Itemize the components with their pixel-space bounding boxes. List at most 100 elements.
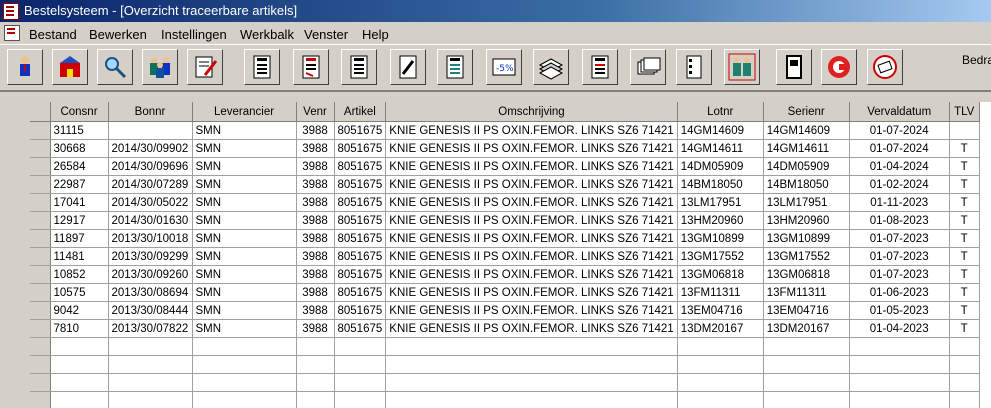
row-selector[interactable] bbox=[30, 212, 50, 230]
table-cell[interactable]: 01-07-2023 bbox=[849, 266, 949, 284]
table-cell[interactable] bbox=[108, 338, 192, 356]
table-cell[interactable]: 8051675 bbox=[334, 122, 386, 140]
table-cell[interactable]: 14DM05909 bbox=[677, 158, 763, 176]
table-cell[interactable]: 14GM14609 bbox=[763, 122, 849, 140]
table-cell[interactable]: T bbox=[949, 230, 979, 248]
row-selector[interactable] bbox=[30, 266, 50, 284]
table-cell[interactable]: 30668 bbox=[50, 140, 108, 158]
row-selector[interactable] bbox=[30, 158, 50, 176]
table-cell[interactable]: 13EM04716 bbox=[763, 302, 849, 320]
table-cell[interactable]: 8051675 bbox=[334, 194, 386, 212]
table-cell[interactable] bbox=[192, 338, 296, 356]
table-cell[interactable]: 01-06-2023 bbox=[849, 284, 949, 302]
table-cell[interactable]: 01-07-2023 bbox=[849, 230, 949, 248]
table-cell[interactable]: T bbox=[949, 266, 979, 284]
column-header[interactable]: Lotnr bbox=[677, 102, 763, 122]
table-cell[interactable]: 2013/30/07822 bbox=[108, 320, 192, 338]
table-cell[interactable]: KNIE GENESIS II PS OXIN.FEMOR. LINKS SZ6… bbox=[386, 158, 677, 176]
table-cell[interactable]: SMN bbox=[192, 212, 296, 230]
table-row[interactable]: 90422013/30/08444SMN39888051675KNIE GENE… bbox=[30, 302, 979, 320]
table-cell[interactable]: KNIE GENESIS II PS OXIN.FEMOR. LINKS SZ6… bbox=[386, 320, 677, 338]
table-cell[interactable]: 2014/30/07289 bbox=[108, 176, 192, 194]
row-selector[interactable] bbox=[30, 122, 50, 140]
table-cell[interactable]: 14GM14611 bbox=[677, 140, 763, 158]
table-cell[interactable]: 31115 bbox=[50, 122, 108, 140]
table-row[interactable]: 129172014/30/01630SMN39888051675KNIE GEN… bbox=[30, 212, 979, 230]
table-cell[interactable]: SMN bbox=[192, 122, 296, 140]
row-selector[interactable] bbox=[30, 194, 50, 212]
table-cell[interactable]: 3988 bbox=[296, 230, 334, 248]
table-cell[interactable]: T bbox=[949, 140, 979, 158]
empty-row[interactable] bbox=[30, 374, 979, 392]
table-cell[interactable]: 3988 bbox=[296, 266, 334, 284]
table-cell[interactable] bbox=[763, 338, 849, 356]
table-cell[interactable]: 01-04-2024 bbox=[849, 158, 949, 176]
table-cell[interactable]: 13HM20960 bbox=[677, 212, 763, 230]
search-button[interactable] bbox=[97, 49, 133, 85]
table-cell[interactable]: 01-02-2024 bbox=[849, 176, 949, 194]
table-cell[interactable] bbox=[386, 338, 677, 356]
table-cell[interactable]: 01-11-2023 bbox=[849, 194, 949, 212]
order-document-button[interactable] bbox=[244, 49, 280, 85]
table-cell[interactable]: 13GM10899 bbox=[763, 230, 849, 248]
table-cell[interactable]: T bbox=[949, 212, 979, 230]
table-cell[interactable] bbox=[849, 356, 949, 374]
table-cell[interactable]: 13HM20960 bbox=[763, 212, 849, 230]
table-cell[interactable]: 01-08-2023 bbox=[849, 212, 949, 230]
table-cell[interactable]: T bbox=[949, 158, 979, 176]
table-cell[interactable]: 9042 bbox=[50, 302, 108, 320]
document-menu-icon[interactable] bbox=[4, 25, 20, 41]
table-row[interactable]: 105752013/30/08694SMN39888051675KNIE GEN… bbox=[30, 284, 979, 302]
menu-instellingen[interactable]: Instellingen bbox=[161, 27, 227, 42]
table-cell[interactable] bbox=[677, 338, 763, 356]
table-cell[interactable]: T bbox=[949, 320, 979, 338]
table-cell[interactable]: 3988 bbox=[296, 158, 334, 176]
table-cell[interactable]: 3988 bbox=[296, 194, 334, 212]
table-cell[interactable]: 2013/30/09260 bbox=[108, 266, 192, 284]
table-cell[interactable]: 3988 bbox=[296, 284, 334, 302]
empty-row[interactable] bbox=[30, 338, 979, 356]
table-cell[interactable]: 11481 bbox=[50, 248, 108, 266]
table-row[interactable]: 114812013/30/09299SMN39888051675KNIE GEN… bbox=[30, 248, 979, 266]
team-button[interactable] bbox=[724, 49, 760, 85]
table-cell[interactable] bbox=[849, 374, 949, 392]
table-cell[interactable]: 8051675 bbox=[334, 284, 386, 302]
table-cell[interactable]: 14BM18050 bbox=[677, 176, 763, 194]
table-cell[interactable] bbox=[296, 356, 334, 374]
table-cell[interactable]: 8051675 bbox=[334, 248, 386, 266]
row-selector[interactable] bbox=[30, 338, 50, 356]
table-cell[interactable]: SMN bbox=[192, 176, 296, 194]
column-header[interactable]: Vervaldatum bbox=[849, 102, 949, 122]
row-selector[interactable] bbox=[30, 320, 50, 338]
table-cell[interactable] bbox=[386, 356, 677, 374]
table-cell[interactable]: KNIE GENESIS II PS OXIN.FEMOR. LINKS SZ6… bbox=[386, 212, 677, 230]
table-cell[interactable] bbox=[334, 374, 386, 392]
table-cell[interactable] bbox=[296, 374, 334, 392]
table-cell[interactable]: 2014/30/05022 bbox=[108, 194, 192, 212]
table-cell[interactable]: 14GM14611 bbox=[763, 140, 849, 158]
table-cell[interactable]: 2013/30/08444 bbox=[108, 302, 192, 320]
menu-werkbalk[interactable]: Werkbalk bbox=[240, 27, 294, 42]
table-cell[interactable]: KNIE GENESIS II PS OXIN.FEMOR. LINKS SZ6… bbox=[386, 248, 677, 266]
table-cell[interactable]: 01-04-2023 bbox=[849, 320, 949, 338]
table-cell[interactable]: 3988 bbox=[296, 248, 334, 266]
table-cell[interactable]: 8051675 bbox=[334, 320, 386, 338]
table-cell[interactable] bbox=[108, 374, 192, 392]
table-cell[interactable] bbox=[386, 374, 677, 392]
table-cell[interactable]: 01-07-2024 bbox=[849, 122, 949, 140]
table-cell[interactable]: 13EM04716 bbox=[677, 302, 763, 320]
table-cell[interactable]: T bbox=[949, 176, 979, 194]
table-cell[interactable] bbox=[192, 356, 296, 374]
table-cell[interactable]: KNIE GENESIS II PS OXIN.FEMOR. LINKS SZ6… bbox=[386, 194, 677, 212]
menu-venster[interactable]: Venster bbox=[304, 27, 348, 42]
column-header[interactable]: Bonnr bbox=[108, 102, 192, 122]
list-button[interactable] bbox=[676, 49, 712, 85]
table-cell[interactable] bbox=[334, 338, 386, 356]
table-cell[interactable]: 13LM17951 bbox=[763, 194, 849, 212]
table-cell[interactable]: 3988 bbox=[296, 140, 334, 158]
row-selector[interactable] bbox=[30, 356, 50, 374]
table-cell[interactable]: 14BM18050 bbox=[763, 176, 849, 194]
table-cell[interactable]: 22987 bbox=[50, 176, 108, 194]
table-row[interactable]: 306682014/30/09902SMN39888051675KNIE GEN… bbox=[30, 140, 979, 158]
table-cell[interactable]: 8051675 bbox=[334, 140, 386, 158]
